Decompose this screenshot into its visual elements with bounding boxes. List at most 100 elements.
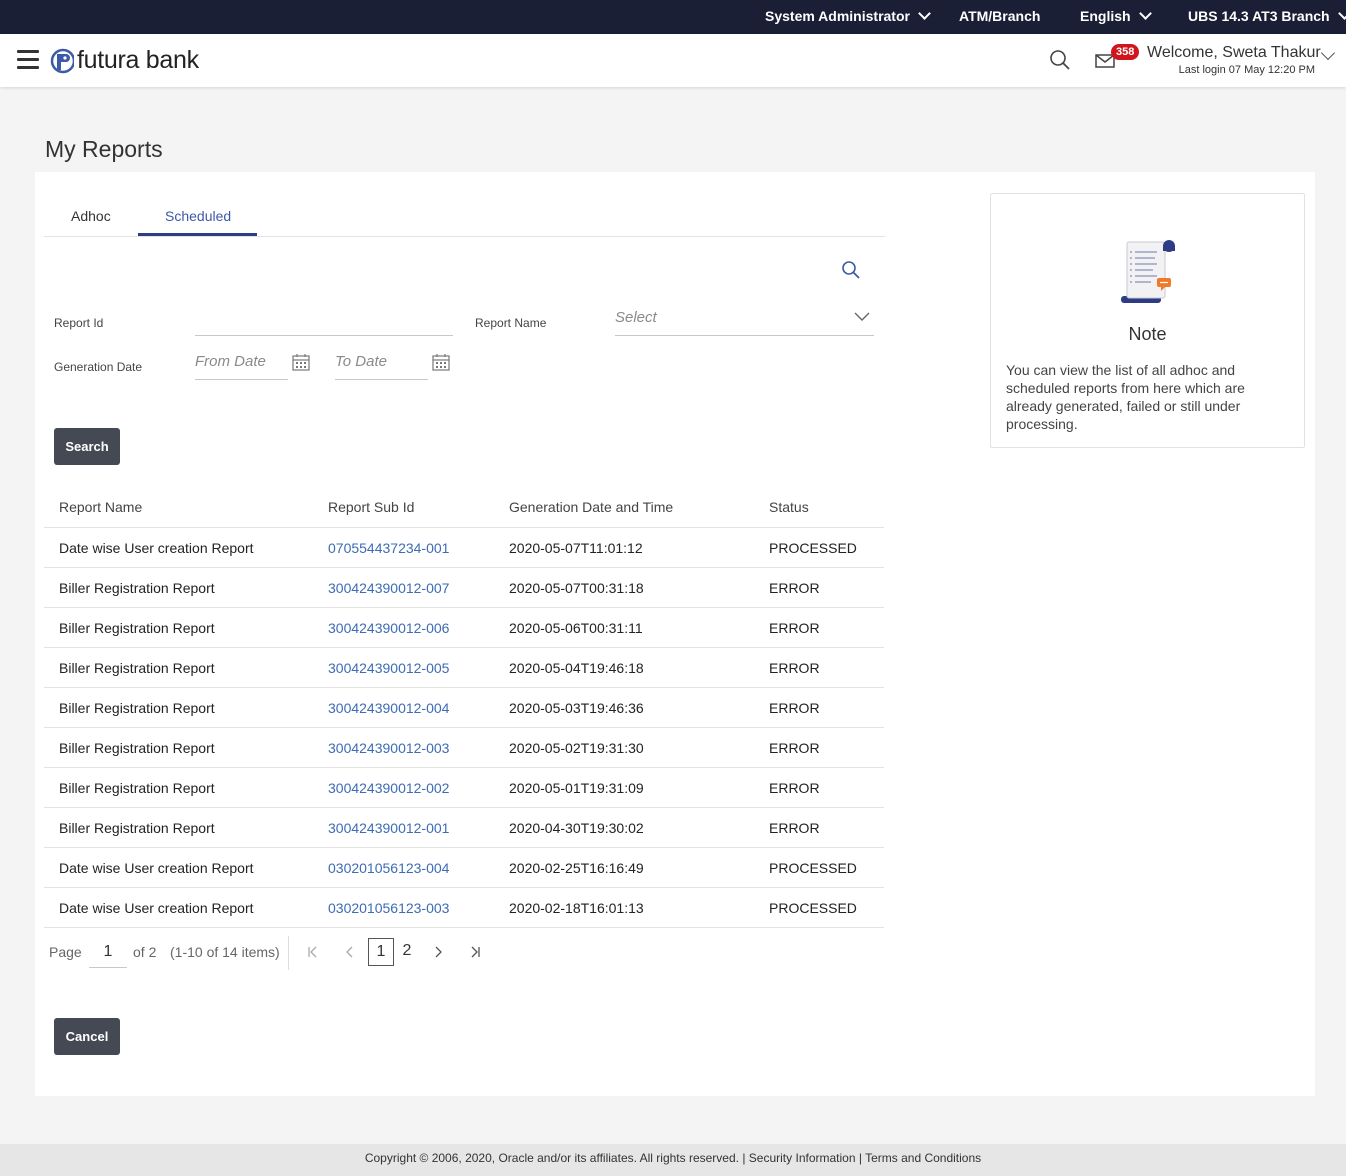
chevron-down-icon — [918, 6, 931, 20]
table-row: Date wise User creation Report 0705544372… — [44, 528, 884, 568]
report-name-label: Report Name — [475, 316, 547, 330]
report-name-placeholder: Select — [615, 309, 657, 326]
report-name-cell: Date wise User creation Report — [59, 900, 254, 916]
report-sub-id-link[interactable]: 300424390012-003 — [328, 740, 449, 756]
chevron-down-icon — [1138, 6, 1152, 20]
search-icon[interactable] — [840, 259, 862, 281]
table-row: Biller Registration Report 300424390012-0… — [44, 728, 884, 768]
chevron-down-icon — [1337, 6, 1346, 20]
tab-scheduled[interactable]: Scheduled — [165, 208, 231, 224]
report-sub-id-link[interactable]: 300424390012-004 — [328, 700, 449, 716]
status-cell: ERROR — [769, 660, 820, 676]
generation-date-cell: 2020-05-04T19:46:18 — [509, 660, 644, 676]
status-cell: ERROR — [769, 740, 820, 756]
to-date-input[interactable]: To Date — [335, 352, 428, 380]
report-sub-id-link[interactable]: 300424390012-002 — [328, 780, 449, 796]
table-row: Biller Registration Report 300424390012-0… — [44, 688, 884, 728]
report-name-cell: Date wise User creation Report — [59, 860, 254, 876]
report-sub-id-link[interactable]: 300424390012-006 — [328, 620, 449, 636]
tab-adhoc[interactable]: Adhoc — [71, 208, 111, 224]
last-page-icon[interactable] — [467, 944, 483, 960]
note-text: You can view the list of all adhoc and s… — [1006, 362, 1245, 432]
generation-date-cell: 2020-05-01T19:31:09 — [509, 780, 644, 796]
table-row: Date wise User creation Report 0302010561… — [44, 848, 884, 888]
to-date-placeholder: To Date — [335, 353, 387, 370]
page-footer: Copyright © 2006, 2020, Oracle and/or it… — [0, 1144, 1346, 1176]
chevron-down-icon — [854, 312, 870, 321]
calendar-icon[interactable] — [432, 354, 450, 371]
page-button-1[interactable]: 1 — [368, 938, 394, 966]
column-header-report-sub-id: Report Sub Id — [328, 499, 415, 515]
role-dropdown[interactable]: System Administrator — [765, 6, 931, 24]
generation-date-cell: 2020-02-18T16:01:13 — [509, 900, 644, 916]
report-name-cell: Biller Registration Report — [59, 820, 215, 836]
page-number-input[interactable]: 1 — [89, 938, 127, 968]
status-cell: PROCESSED — [769, 900, 857, 916]
report-name-select[interactable]: Select — [615, 308, 874, 336]
mail-count-badge: 358 — [1111, 44, 1140, 60]
menu-icon[interactable] — [17, 50, 39, 70]
page-total: of 2 — [133, 944, 157, 960]
report-sub-id-link[interactable]: 300424390012-001 — [328, 820, 449, 836]
futura-logo-icon — [50, 48, 74, 73]
pagination: Page 1 of 2 (1-10 of 14 items) 1 2 — [44, 934, 544, 974]
branch-label: UBS 14.3 AT3 Branch — [1188, 8, 1330, 24]
note-title: Note — [1128, 324, 1167, 344]
page-label: Page — [49, 944, 82, 960]
status-cell: PROCESSED — [769, 860, 857, 876]
report-sub-id-link[interactable]: 030201056123-004 — [328, 860, 449, 876]
calendar-icon[interactable] — [292, 354, 310, 371]
table-header: Report Name Report Sub Id Generation Dat… — [44, 488, 884, 528]
status-cell: ERROR — [769, 580, 820, 596]
status-cell: ERROR — [769, 700, 820, 716]
from-date-input[interactable]: From Date — [195, 352, 288, 380]
report-sub-id-link[interactable]: 070554437234-001 — [328, 540, 449, 556]
report-sub-id-link[interactable]: 030201056123-003 — [328, 900, 449, 916]
generation-date-cell: 2020-05-07T11:01:12 — [509, 540, 643, 556]
page-button-2[interactable]: 2 — [400, 942, 414, 960]
role-label: System Administrator — [765, 8, 910, 24]
atm-branch-link[interactable]: ATM/Branch — [959, 8, 1040, 24]
brand-logo[interactable]: futura bank — [50, 46, 199, 75]
pager-divider — [288, 936, 289, 970]
report-id-input[interactable] — [195, 308, 453, 336]
document-note-icon — [1121, 240, 1175, 303]
generation-date-cell: 2020-05-06T00:31:11 — [509, 620, 643, 636]
report-tabs: Adhoc Scheduled — [44, 195, 885, 237]
terms-conditions-link[interactable]: Terms and Conditions — [865, 1151, 981, 1165]
table-row: Biller Registration Report 300424390012-0… — [44, 568, 884, 608]
language-dropdown[interactable]: English — [1080, 6, 1152, 24]
welcome-text[interactable]: Welcome, Sweta Thakur — [1147, 44, 1321, 62]
page-title: My Reports — [45, 136, 163, 162]
table-row: Biller Registration Report 300424390012-0… — [44, 808, 884, 848]
previous-page-icon[interactable] — [342, 944, 358, 960]
cancel-button[interactable]: Cancel — [54, 1018, 120, 1055]
brand-name: futura bank — [77, 46, 199, 74]
next-page-icon[interactable] — [430, 944, 446, 960]
active-tab-indicator — [138, 233, 257, 236]
items-info: (1-10 of 14 items) — [170, 944, 280, 960]
generation-date-cell: 2020-05-02T19:31:30 — [509, 740, 644, 756]
generation-date-cell: 2020-05-07T00:31:18 — [509, 580, 644, 596]
report-name-cell: Biller Registration Report — [59, 700, 215, 716]
last-login-text: Last login 07 May 12:20 PM — [1178, 64, 1315, 76]
reports-table: Report Name Report Sub Id Generation Dat… — [44, 488, 884, 928]
first-page-icon[interactable] — [305, 944, 321, 960]
chevron-down-icon[interactable] — [1320, 45, 1336, 61]
report-name-cell: Biller Registration Report — [59, 780, 215, 796]
status-cell: ERROR — [769, 620, 820, 636]
report-sub-id-link[interactable]: 300424390012-007 — [328, 580, 449, 596]
search-icon[interactable] — [1048, 48, 1072, 72]
status-cell: ERROR — [769, 820, 820, 836]
report-sub-id-link[interactable]: 300424390012-005 — [328, 660, 449, 676]
column-header-generation-date: Generation Date and Time — [509, 499, 674, 515]
copyright-text: Copyright © 2006, 2020, Oracle and/or it… — [364, 1151, 739, 1165]
table-body: Date wise User creation Report 0705544372… — [44, 528, 884, 928]
security-information-link[interactable]: Security Information — [749, 1151, 856, 1165]
report-id-label: Report Id — [54, 316, 104, 330]
search-button[interactable]: Search — [54, 428, 120, 465]
language-label: English — [1080, 8, 1131, 24]
branch-dropdown[interactable]: UBS 14.3 AT3 Branch — [1188, 6, 1346, 24]
generation-date-cell: 2020-04-30T19:30:02 — [509, 820, 644, 836]
generation-date-cell: 2020-05-03T19:46:36 — [509, 700, 644, 716]
